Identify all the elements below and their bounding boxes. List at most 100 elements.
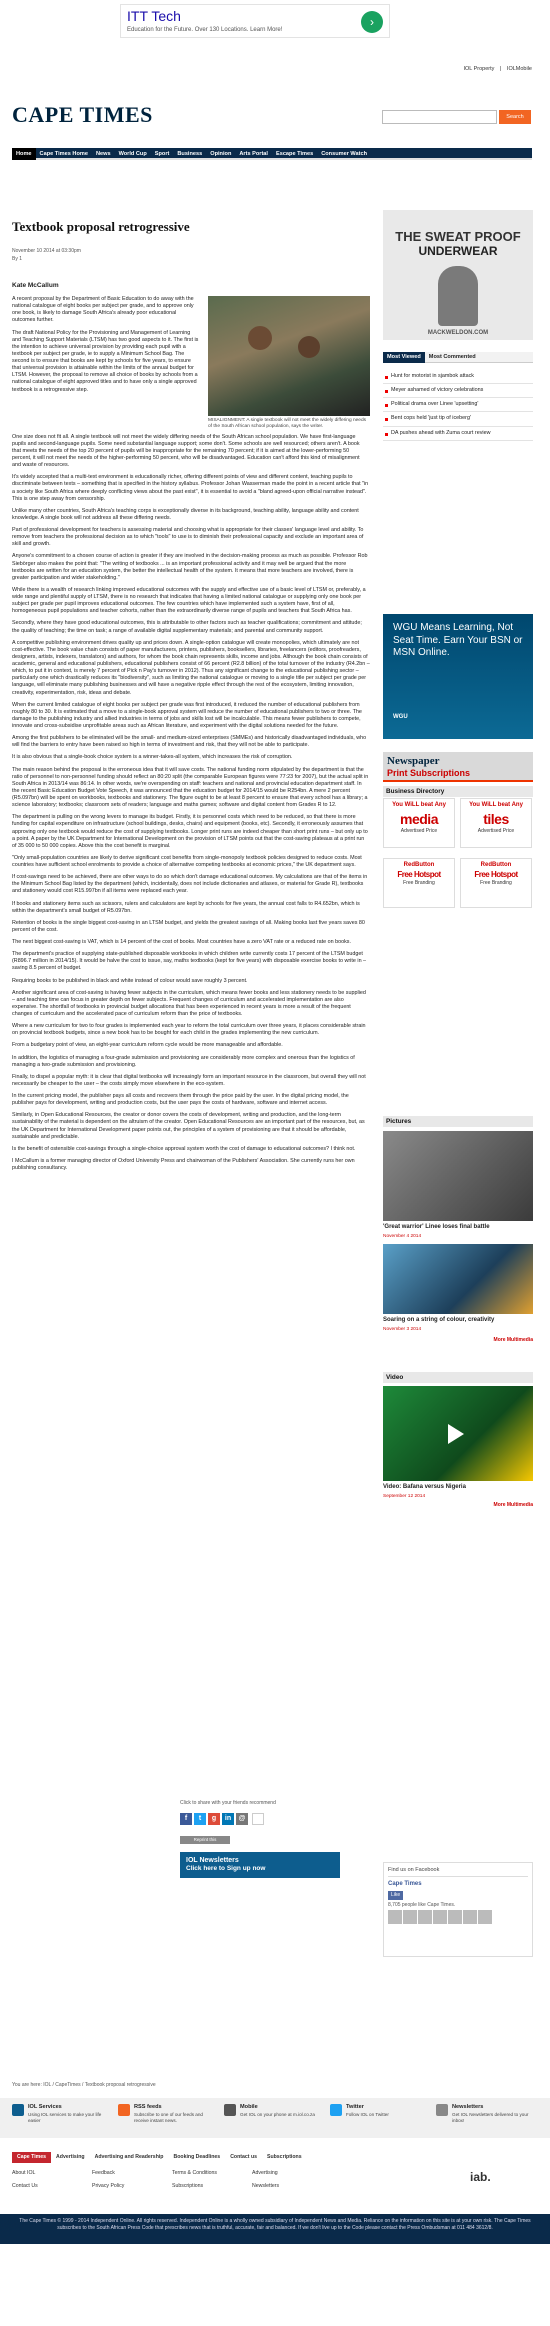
nav-news[interactable]: News: [92, 148, 115, 160]
footer-link[interactable]: Contact Us: [12, 2183, 92, 2190]
paragraph: Retention of books is the single biggest…: [12, 919, 365, 933]
nav-cape-times-home[interactable]: Cape Times Home: [36, 148, 92, 160]
list-item[interactable]: Bent cops held 'just tip of iceberg': [383, 412, 533, 427]
search-input[interactable]: [382, 110, 497, 124]
tab-most-viewed[interactable]: Most Viewed: [383, 352, 425, 363]
breadcrumb-item[interactable]: CapeTimes: [55, 2082, 80, 2088]
footer-nav-item[interactable]: Contact us: [225, 2152, 262, 2163]
tab-most-commented[interactable]: Most Commented: [425, 352, 480, 363]
footer-nav-item[interactable]: Subscriptions: [262, 2152, 307, 2163]
picture-thumb[interactable]: [383, 1131, 533, 1221]
footer-link[interactable]: Subscriptions: [172, 2183, 252, 2190]
facebook-icon[interactable]: f: [180, 1812, 192, 1825]
paragraph: Part of professional development for tea…: [12, 527, 364, 548]
top-ad-title[interactable]: ITT Tech: [127, 7, 181, 25]
nav-arts-portal[interactable]: Arts Portal: [235, 148, 272, 160]
picture-caption[interactable]: Soaring on a string of colour, creativit…: [383, 1317, 533, 1325]
top-link-mobile[interactable]: IOLMobile: [507, 66, 532, 72]
paragraph: In the current pricing model, the publis…: [12, 1093, 349, 1107]
paragraph: Is the benefit of ostensible cost-saving…: [12, 1145, 356, 1152]
underwear-ad[interactable]: THE SWEAT PROOF UNDERWEAR MACKWELDON.COM: [383, 210, 533, 340]
newsletter-banner[interactable]: IOL Newsletters Click here to Sign up no…: [180, 1852, 340, 1878]
article-intro: A recent proposal by the Department of B…: [12, 296, 200, 399]
service-title: IOL Services: [28, 2104, 62, 2110]
avatar[interactable]: [463, 1910, 477, 1925]
article-date: November 10 2014 at 03:30pm: [12, 248, 81, 254]
facebook-page-name[interactable]: Cape Times: [388, 1881, 528, 1889]
footer-link[interactable]: Newsletters: [252, 2183, 332, 2190]
iab-logo[interactable]: iab.: [470, 2170, 500, 2190]
avatar[interactable]: [418, 1910, 432, 1925]
avatar[interactable]: [448, 1910, 462, 1925]
nav-consumer-watch[interactable]: Consumer Watch: [317, 148, 371, 160]
footer-link[interactable]: Feedback: [92, 2170, 172, 2177]
facebook-faces: [388, 1908, 528, 1927]
nav-sport[interactable]: Sport: [151, 148, 174, 160]
paragraph: It is also obvious that a single-book ch…: [12, 754, 293, 761]
twitter-icon[interactable]: t: [194, 1812, 206, 1825]
nav-home[interactable]: Home: [12, 148, 36, 160]
list-item[interactable]: Meyer ashamed of victory celebrations: [383, 384, 533, 399]
subs-line1: Newspaper: [387, 755, 440, 767]
footer-nav-item[interactable]: Advertising and Readership: [90, 2152, 169, 2163]
footer-link[interactable]: Terms & Conditions: [172, 2170, 252, 2177]
service-desc: Follow IOL on Twitter: [346, 2112, 389, 2117]
facebook-like-button[interactable]: Like: [388, 1891, 404, 1900]
article-paragraphs: One size does not fit all. A single text…: [12, 431, 370, 1173]
list-item[interactable]: Hunt for motorist in sjambok attack: [383, 370, 533, 385]
directory-ad[interactable]: You WiLL beat Any media Advertised Price: [383, 798, 455, 848]
main-nav: Home Cape Times Home News World Cup Sport Bus…: [12, 148, 532, 160]
directory-ad-sub: Advertised Price: [477, 828, 515, 835]
nav-business[interactable]: Business: [173, 148, 206, 160]
search-button[interactable]: Search: [499, 110, 531, 124]
googleplus-icon[interactable]: g: [208, 1812, 220, 1825]
article-photo[interactable]: [208, 296, 370, 416]
nav-opinion[interactable]: Opinion: [206, 148, 235, 160]
picture-caption[interactable]: 'Great warrior' Linee loses final battle: [383, 1224, 533, 1232]
paragraph: From a budgetary point of view, an eight…: [12, 1042, 283, 1049]
list-item[interactable]: Political drama over Linee 'upsetting': [383, 398, 533, 413]
list-item[interactable]: DA pushes ahead with Zuma court review: [383, 427, 533, 441]
paragraph: Requiring books to be published in black…: [12, 977, 248, 984]
subscriptions-ad[interactable]: Newspaper Print Subscriptions: [383, 752, 533, 782]
rss-icon: [118, 2104, 130, 2116]
more-multimedia-link[interactable]: More Multimedia: [383, 1502, 533, 1509]
picture-thumb[interactable]: [383, 1244, 533, 1315]
directory-ad[interactable]: RedButton Free Hotspot Free Branding: [383, 858, 455, 908]
service-title: RSS feeds: [134, 2104, 162, 2110]
breadcrumb-item[interactable]: IOL: [43, 2082, 51, 2088]
email-icon[interactable]: @: [236, 1812, 248, 1825]
directory-ad[interactable]: You WiLL beat Any tiles Advertised Price: [460, 798, 532, 848]
breadcrumb: You are here: IOL / CapeTimes / Textbook…: [12, 2082, 156, 2088]
avatar[interactable]: [433, 1910, 447, 1925]
footer-nav-item[interactable]: Cape Times: [12, 2152, 52, 2163]
facebook-widget: Find us on Facebook Cape Times Like 8,70…: [383, 1862, 533, 1957]
footer-nav-item[interactable]: Advertising: [51, 2152, 90, 2163]
nav-world-cup[interactable]: World Cup: [115, 148, 151, 160]
wgu-ad[interactable]: WGU Means Learning, Not Seat Time. Earn …: [383, 614, 533, 739]
avatar[interactable]: [388, 1910, 402, 1925]
nav-escape-times[interactable]: Escape Times: [272, 148, 317, 160]
ad-line2: UNDERWEAR: [418, 244, 498, 258]
video-thumb[interactable]: [383, 1386, 533, 1481]
footer-link[interactable]: Privacy Policy: [92, 2183, 172, 2190]
reprint-button[interactable]: Reprint this: [180, 1836, 230, 1844]
site-logo[interactable]: CAPE TIMES: [12, 100, 153, 129]
newsletter-cta[interactable]: Click here to Sign up now: [186, 1865, 334, 1874]
video-caption[interactable]: Video: Bafana versus Nigeria: [383, 1484, 533, 1492]
share-bar: Click to share with your friends recomme…: [180, 1800, 276, 1825]
ad-line1: THE SWEAT PROOF: [395, 229, 521, 244]
arrow-right-icon[interactable]: ›: [361, 11, 383, 33]
directory-ad-mid: tiles: [483, 810, 509, 827]
footer-nav-item[interactable]: Booking Deadlines: [168, 2152, 225, 2163]
directory-ad[interactable]: RedButton Free Hotspot Free Branding: [460, 858, 532, 908]
linkedin-icon[interactable]: in: [222, 1812, 234, 1825]
photo-caption: MISALIGNMENT: A single textbook will not…: [208, 418, 367, 430]
top-banner-ad[interactable]: ITT Tech Education for the Future. Over …: [120, 4, 390, 38]
avatar[interactable]: [478, 1910, 492, 1925]
avatar[interactable]: [403, 1910, 417, 1925]
footer-link[interactable]: About IOL: [12, 2170, 92, 2177]
top-link-property[interactable]: IOL Property: [463, 66, 494, 72]
more-multimedia-link[interactable]: More Multimedia: [383, 1337, 533, 1344]
footer-link[interactable]: Advertising: [252, 2170, 332, 2177]
